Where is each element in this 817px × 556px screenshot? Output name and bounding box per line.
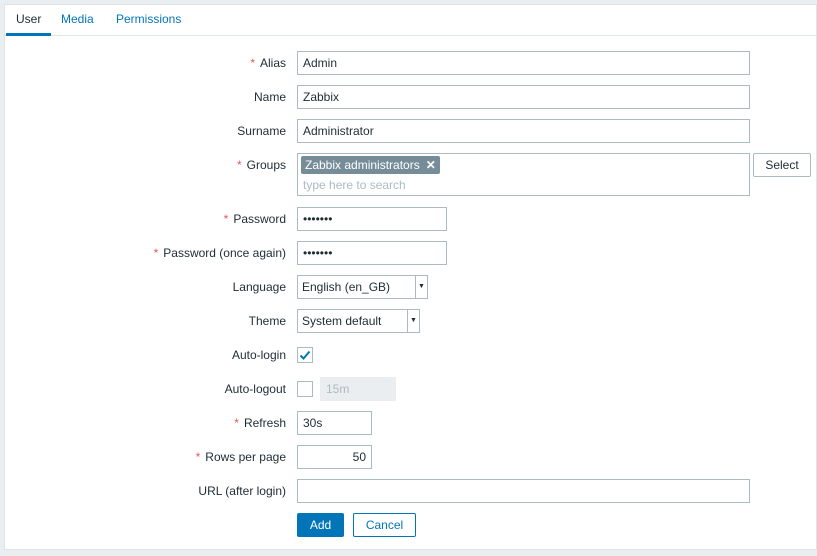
password-again-label: * Password (once again) — [153, 246, 286, 260]
required-marker: * — [153, 246, 159, 260]
autologout-label: Auto-logout — [224, 382, 286, 396]
cancel-button[interactable]: Cancel — [353, 513, 416, 537]
rows-per-page-row: * Rows per page — [5, 445, 816, 469]
surname-label: Surname — [237, 124, 286, 138]
alias-label: * Alias — [250, 56, 286, 70]
name-label: Name — [253, 90, 286, 104]
url-input[interactable] — [297, 479, 750, 503]
tab-user[interactable]: User — [6, 5, 52, 36]
tab-bar: User Media Permissions — [5, 5, 816, 36]
autologout-checkbox[interactable] — [297, 381, 313, 397]
password-again-input[interactable] — [297, 241, 447, 265]
required-marker: * — [223, 212, 229, 226]
language-label: Language — [232, 280, 286, 294]
surname-row: Surname — [5, 119, 816, 143]
surname-input[interactable] — [297, 119, 750, 143]
language-row: Language English (en_GB) ▼ — [5, 275, 816, 299]
name-row: Name — [5, 85, 816, 109]
groups-label: * Groups — [236, 158, 286, 172]
add-button[interactable]: Add — [297, 513, 344, 537]
checkmark-icon — [299, 350, 311, 360]
tab-permissions[interactable]: Permissions — [106, 5, 191, 36]
rows-per-page-input[interactable] — [297, 445, 372, 469]
alias-row: * Alias — [5, 51, 816, 75]
refresh-row: * Refresh — [5, 411, 816, 435]
name-input[interactable] — [297, 85, 750, 109]
chevron-down-icon: ▼ — [407, 310, 419, 332]
tab-media[interactable]: Media — [51, 5, 104, 36]
url-label: URL (after login) — [198, 484, 286, 498]
required-marker: * — [250, 56, 255, 70]
language-select[interactable]: English (en_GB) ▼ — [297, 275, 428, 299]
groups-row: * Groups Zabbix administrators ✕ type here… — [5, 153, 816, 196]
select-groups-button[interactable]: Select — [753, 153, 811, 177]
autologin-row: Auto-login — [5, 343, 816, 367]
user-form-panel: User Media Permissions *Alias Name Surna… — [4, 4, 817, 550]
language-select-value: English (en_GB) — [302, 280, 391, 294]
autologin-checkbox[interactable] — [297, 347, 313, 363]
theme-label: Theme — [248, 314, 286, 328]
group-chip-label: Zabbix administrators — [305, 158, 420, 172]
refresh-input[interactable] — [297, 411, 372, 435]
refresh-label: * Refresh — [234, 416, 286, 430]
password-again-row: * Password (once again) — [5, 241, 816, 265]
url-row: URL (after login) — [5, 479, 816, 503]
required-marker: * — [236, 158, 242, 172]
autologout-row: Auto-logout — [5, 377, 816, 401]
chevron-down-icon: ▼ — [415, 276, 427, 298]
theme-row: Theme System default ▼ — [5, 309, 816, 333]
rows-per-page-label: * Rows per page — [195, 450, 286, 464]
close-icon[interactable]: ✕ — [426, 158, 436, 172]
required-marker: * — [195, 450, 201, 464]
group-chip: Zabbix administrators ✕ — [301, 156, 440, 174]
password-label: * Password — [223, 212, 286, 226]
groups-search-input[interactable]: type here to search — [303, 177, 406, 193]
autologin-label: Auto-login — [231, 348, 286, 362]
theme-select-value: System default — [302, 314, 382, 328]
theme-select[interactable]: System default ▼ — [297, 309, 420, 333]
required-marker: * — [234, 416, 239, 430]
groups-multiselect[interactable]: Zabbix administrators ✕ type here to sear… — [297, 153, 750, 196]
password-input[interactable] — [297, 207, 447, 231]
password-row: * Password — [5, 207, 816, 231]
autologout-input[interactable] — [320, 377, 396, 401]
form-buttons-row: Add Cancel — [5, 513, 816, 537]
alias-input[interactable] — [297, 51, 750, 75]
